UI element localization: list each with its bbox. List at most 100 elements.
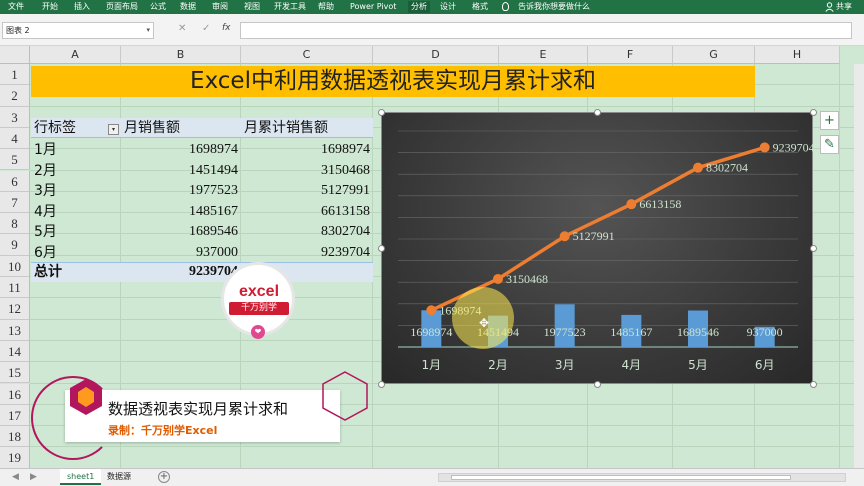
pivot-header-cumulative[interactable]: 月累计销售额 [244,118,328,138]
sheet-tab-sheet1[interactable]: sheet1 [60,469,102,485]
pivot-header-sales[interactable]: 月销售额 [124,118,180,138]
chart-styles-button[interactable]: ✎ [820,135,839,154]
column-header[interactable]: B [121,46,241,64]
pivot-row-sales[interactable]: 1977523 [120,181,238,201]
pivot-row-sales[interactable]: 1689546 [120,222,238,242]
sheet-tab-data-source[interactable]: 数据源 [100,469,138,485]
pivot-row-sales[interactable]: 1485167 [120,202,238,222]
tell-me-search[interactable]: 告诉我你想要做什么 [518,1,590,13]
row-header[interactable]: 2 [0,85,30,107]
row-header[interactable]: 19 [0,447,30,468]
name-box[interactable]: 图表 2 ▾ [2,22,154,39]
row-header[interactable]: 1 [0,64,30,86]
column-header[interactable]: A [30,46,121,64]
row-header[interactable]: 14 [0,340,30,363]
pivot-header-row-labels[interactable]: 行标签 [34,118,76,138]
ribbon-tab[interactable]: 帮助 [318,1,334,13]
cumulative-point-4月[interactable] [626,199,637,210]
filter-dropdown-icon[interactable]: ▾ [108,124,119,135]
row-header[interactable]: 16 [0,383,30,405]
row-header[interactable]: 5 [0,149,30,171]
ribbon-tab[interactable]: 审阅 [212,1,228,13]
pivot-total-value[interactable]: 9239704 [120,262,238,282]
pivot-row-cumulative[interactable]: 8302704 [244,222,370,242]
column-header[interactable]: E [499,46,588,64]
ribbon-tab[interactable]: 分析 [408,1,430,13]
ribbon-tab[interactable]: 插入 [74,1,90,13]
row-header[interactable]: 9 [0,234,30,256]
combo-chart[interactable]: 1698974145149419775231485167168954693700… [381,112,815,384]
ribbon-tab[interactable]: 文件 [8,1,24,13]
row-header[interactable]: 6 [0,170,30,192]
cumulative-point-1月[interactable] [426,305,437,316]
resize-handle[interactable] [593,108,601,116]
next-sheet-icon[interactable]: ▶ [30,472,37,482]
row-header[interactable]: 17 [0,404,30,427]
fx-icon[interactable]: fx [222,23,231,33]
resize-handle[interactable] [377,244,385,252]
ribbon-tab[interactable]: Power Pivot [350,1,396,13]
ribbon-tab[interactable]: 设计 [440,1,456,13]
row-header[interactable]: 3 [0,106,30,128]
pivot-row-label[interactable]: 2月 [34,161,57,181]
horizontal-scrollbar[interactable] [438,473,846,482]
resize-handle[interactable] [377,380,385,388]
row-header[interactable]: 12 [0,298,30,320]
formula-input[interactable] [240,22,852,39]
cumulative-point-5月[interactable] [693,162,703,173]
pivot-row-cumulative[interactable]: 1698974 [244,140,370,160]
ribbon-tab[interactable]: 格式 [472,1,488,13]
share-button[interactable]: 共享 [836,1,852,13]
pivot-row-sales[interactable]: 1451494 [120,161,238,181]
pivot-row-label[interactable]: 1月 [34,140,57,160]
resize-handle[interactable] [809,108,817,116]
pivot-row-cumulative[interactable]: 5127991 [244,181,370,201]
enter-icon[interactable]: ✓ [202,23,210,34]
pivot-row-sales[interactable]: 937000 [120,243,238,263]
row-header[interactable]: 15 [0,362,30,384]
cumulative-point-3月[interactable] [559,231,570,242]
chevron-down-icon[interactable]: ▾ [146,23,150,38]
resize-handle[interactable] [809,380,817,388]
pivot-row-label[interactable]: 4月 [34,202,57,222]
select-all-corner[interactable] [0,46,30,64]
cumulative-point-2月[interactable] [493,273,503,284]
pivot-total-label[interactable]: 总计 [34,262,62,282]
ribbon-tab[interactable]: 开发工具 [274,1,306,13]
cancel-icon[interactable]: ✕ [178,23,186,34]
pivot-row-cumulative[interactable]: 6613158 [244,202,370,222]
pivot-row-cumulative[interactable]: 3150468 [244,161,370,181]
add-sheet-icon[interactable]: + [158,471,170,483]
pivot-row-cumulative[interactable]: 9239704 [244,243,370,263]
ribbon-tab[interactable]: 公式 [150,1,166,13]
grid-hline [30,105,864,107]
row-header[interactable]: 10 [0,255,30,277]
row-header[interactable]: 11 [0,277,30,299]
pivot-row-label[interactable]: 5月 [34,222,57,242]
column-header[interactable]: D [373,46,499,64]
resize-handle[interactable] [377,108,385,116]
chart-elements-button[interactable]: + [820,111,839,130]
vertical-scrollbar[interactable] [854,64,864,468]
pivot-row-sales[interactable]: 1698974 [120,140,238,160]
ribbon-tab[interactable]: 数据 [180,1,196,13]
column-header[interactable]: C [241,46,373,64]
prev-sheet-icon[interactable]: ◀ [12,472,19,482]
column-header[interactable]: G [673,46,755,64]
column-header[interactable]: H [755,46,840,64]
row-header[interactable]: 13 [0,319,30,341]
horizontal-scroll-thumb[interactable] [451,475,791,480]
pivot-row-label[interactable]: 6月 [34,243,57,263]
ribbon-tab[interactable]: 开始 [42,1,58,13]
row-header[interactable]: 4 [0,127,30,150]
row-header[interactable]: 8 [0,213,30,235]
pivot-row-label[interactable]: 3月 [34,181,57,201]
column-header[interactable]: F [588,46,673,64]
resize-handle[interactable] [593,380,601,388]
ribbon-tab[interactable]: 页面布局 [106,1,138,13]
ribbon-tab[interactable]: 视图 [244,1,260,13]
row-header[interactable]: 18 [0,426,30,448]
resize-handle[interactable] [809,244,817,252]
cumulative-point-6月[interactable] [759,142,770,153]
row-header[interactable]: 7 [0,191,30,214]
